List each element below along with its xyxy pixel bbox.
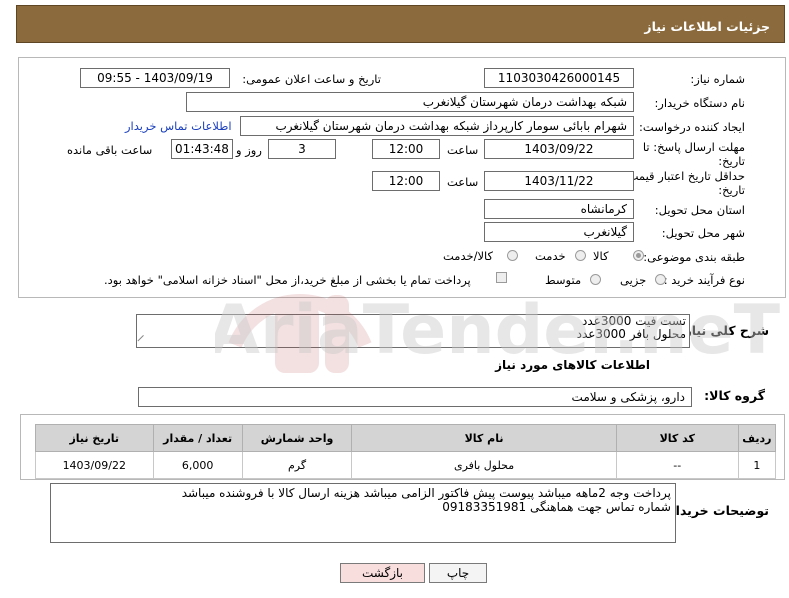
announce-datetime-label: تاریخ و ساعت اعلان عمومی: bbox=[242, 72, 381, 86]
buyer-notes-label: توضیحات خریدار: bbox=[663, 503, 769, 518]
price-validity-label-date: تاریخ: bbox=[718, 183, 745, 197]
process-medium-radio[interactable] bbox=[590, 274, 601, 285]
process-minor-radio[interactable] bbox=[655, 274, 666, 285]
price-time-label: ساعت bbox=[447, 175, 479, 189]
province-field[interactable]: کرمانشاه bbox=[484, 199, 634, 219]
buyer-org-label: نام دستگاه خریدار: bbox=[654, 96, 745, 110]
buyer-notes-textarea[interactable]: پرداخت وجه 2ماهه میباشد پیوست پیش فاکتور… bbox=[50, 483, 676, 543]
page-title: جزئیات اطلاعات نیاز bbox=[644, 19, 770, 34]
city-field[interactable]: گیلانغرب bbox=[484, 222, 634, 242]
need-number-field[interactable]: 1103030426000145 bbox=[484, 68, 634, 88]
summary-textarea[interactable]: تست فیت 3000عدد محلول بافر 3000عدد bbox=[136, 314, 690, 348]
print-button[interactable]: چاپ bbox=[429, 563, 487, 583]
buyer-org-field[interactable]: شبکه بهداشت درمان شهرستان گیلانغرب bbox=[186, 92, 634, 112]
goods-table-header: ردیف کد کالا نام کالا واحد شمارش تعداد /… bbox=[35, 424, 777, 452]
page-title-bar: جزئیات اطلاعات نیاز bbox=[16, 5, 785, 43]
cell-date: 1403/09/22 bbox=[35, 451, 154, 479]
category-service-radio[interactable] bbox=[575, 250, 586, 261]
province-label: استان محل تحویل: bbox=[654, 203, 745, 217]
cell-unit: گرم bbox=[241, 451, 353, 479]
requester-label: ایجاد کننده درخواست: bbox=[639, 120, 745, 134]
treasury-payment-note: پرداخت تمام یا بخشی از مبلغ خرید،از محل … bbox=[104, 273, 471, 287]
reply-deadline-label-date: تاریخ: bbox=[718, 154, 745, 168]
price-time-field[interactable]: 12:00 bbox=[372, 171, 440, 191]
goods-group-field[interactable]: دارو، پزشکی و سلامت bbox=[138, 387, 692, 407]
remaining-label: ساعت باقی مانده bbox=[67, 143, 153, 157]
remaining-days-field[interactable]: 3 bbox=[268, 139, 336, 159]
buyer-contact-link[interactable]: اطلاعات تماس خریدار bbox=[125, 119, 232, 133]
cell-name: محلول بافری bbox=[351, 451, 617, 479]
summary-line-2: محلول بافر 3000عدد bbox=[576, 327, 686, 341]
price-date-field[interactable]: 1403/11/22 bbox=[484, 171, 634, 191]
need-number-label: شماره نیاز: bbox=[690, 72, 745, 86]
col-name: نام کالا bbox=[351, 424, 617, 452]
goods-table: ردیف کد کالا نام کالا واحد شمارش تعداد /… bbox=[35, 424, 777, 479]
cell-code: -- bbox=[615, 451, 739, 479]
process-label: نوع فرآیند خرید : bbox=[663, 273, 745, 287]
buyer-notes-line-1: پرداخت وجه 2ماهه میباشد پیوست پیش فاکتور… bbox=[181, 486, 671, 500]
summary-label: شرح کلی نیاز: bbox=[679, 323, 769, 338]
category-service-label: خدمت bbox=[535, 249, 566, 263]
cell-qty: 6,000 bbox=[152, 451, 243, 479]
days-label: روز و bbox=[236, 143, 262, 157]
treasury-payment-checkbox[interactable] bbox=[496, 272, 507, 283]
back-button[interactable]: بازگشت bbox=[340, 563, 425, 583]
col-qty: تعداد / مقدار bbox=[152, 424, 243, 452]
reply-time-field[interactable]: 12:00 bbox=[372, 139, 440, 159]
table-row[interactable]: 1 -- محلول بافری گرم 6,000 1403/09/22 bbox=[35, 451, 777, 479]
process-medium-label: متوسط bbox=[545, 273, 582, 287]
category-goods-service-radio[interactable] bbox=[507, 250, 518, 261]
cell-row: 1 bbox=[737, 451, 777, 479]
remaining-time-field[interactable]: 01:43:48 bbox=[171, 139, 233, 159]
category-goods-radio[interactable] bbox=[633, 250, 644, 261]
buyer-notes-line-2: شماره تماس جهت هماهنگی 09183351981 bbox=[442, 500, 671, 514]
col-date: تاریخ نیاز bbox=[35, 424, 154, 452]
col-unit: واحد شمارش bbox=[241, 424, 353, 452]
goods-group-label: گروه کالا: bbox=[704, 388, 765, 403]
reply-time-label: ساعت bbox=[447, 143, 479, 157]
category-goods-service-label: کالا/خدمت bbox=[443, 249, 494, 263]
goods-section-title: اطلاعات کالاهای مورد نیاز bbox=[495, 358, 650, 372]
col-row: ردیف bbox=[737, 424, 777, 452]
requester-field[interactable]: شهرام بابائی سومار کارپرداز شبکه بهداشت … bbox=[240, 116, 634, 136]
reply-deadline-label: مهلت ارسال پاسخ: تا bbox=[642, 140, 745, 154]
process-minor-label: جزیی bbox=[620, 273, 647, 287]
category-goods-label: کالا bbox=[593, 249, 609, 263]
announce-datetime-field[interactable]: 1403/09/19 - 09:55 bbox=[80, 68, 230, 88]
category-label: طبقه بندی موضوعی: bbox=[643, 250, 745, 264]
reply-date-field[interactable]: 1403/09/22 bbox=[484, 139, 634, 159]
col-code: کد کالا bbox=[615, 424, 739, 452]
city-label: شهر محل تحویل: bbox=[661, 226, 745, 240]
